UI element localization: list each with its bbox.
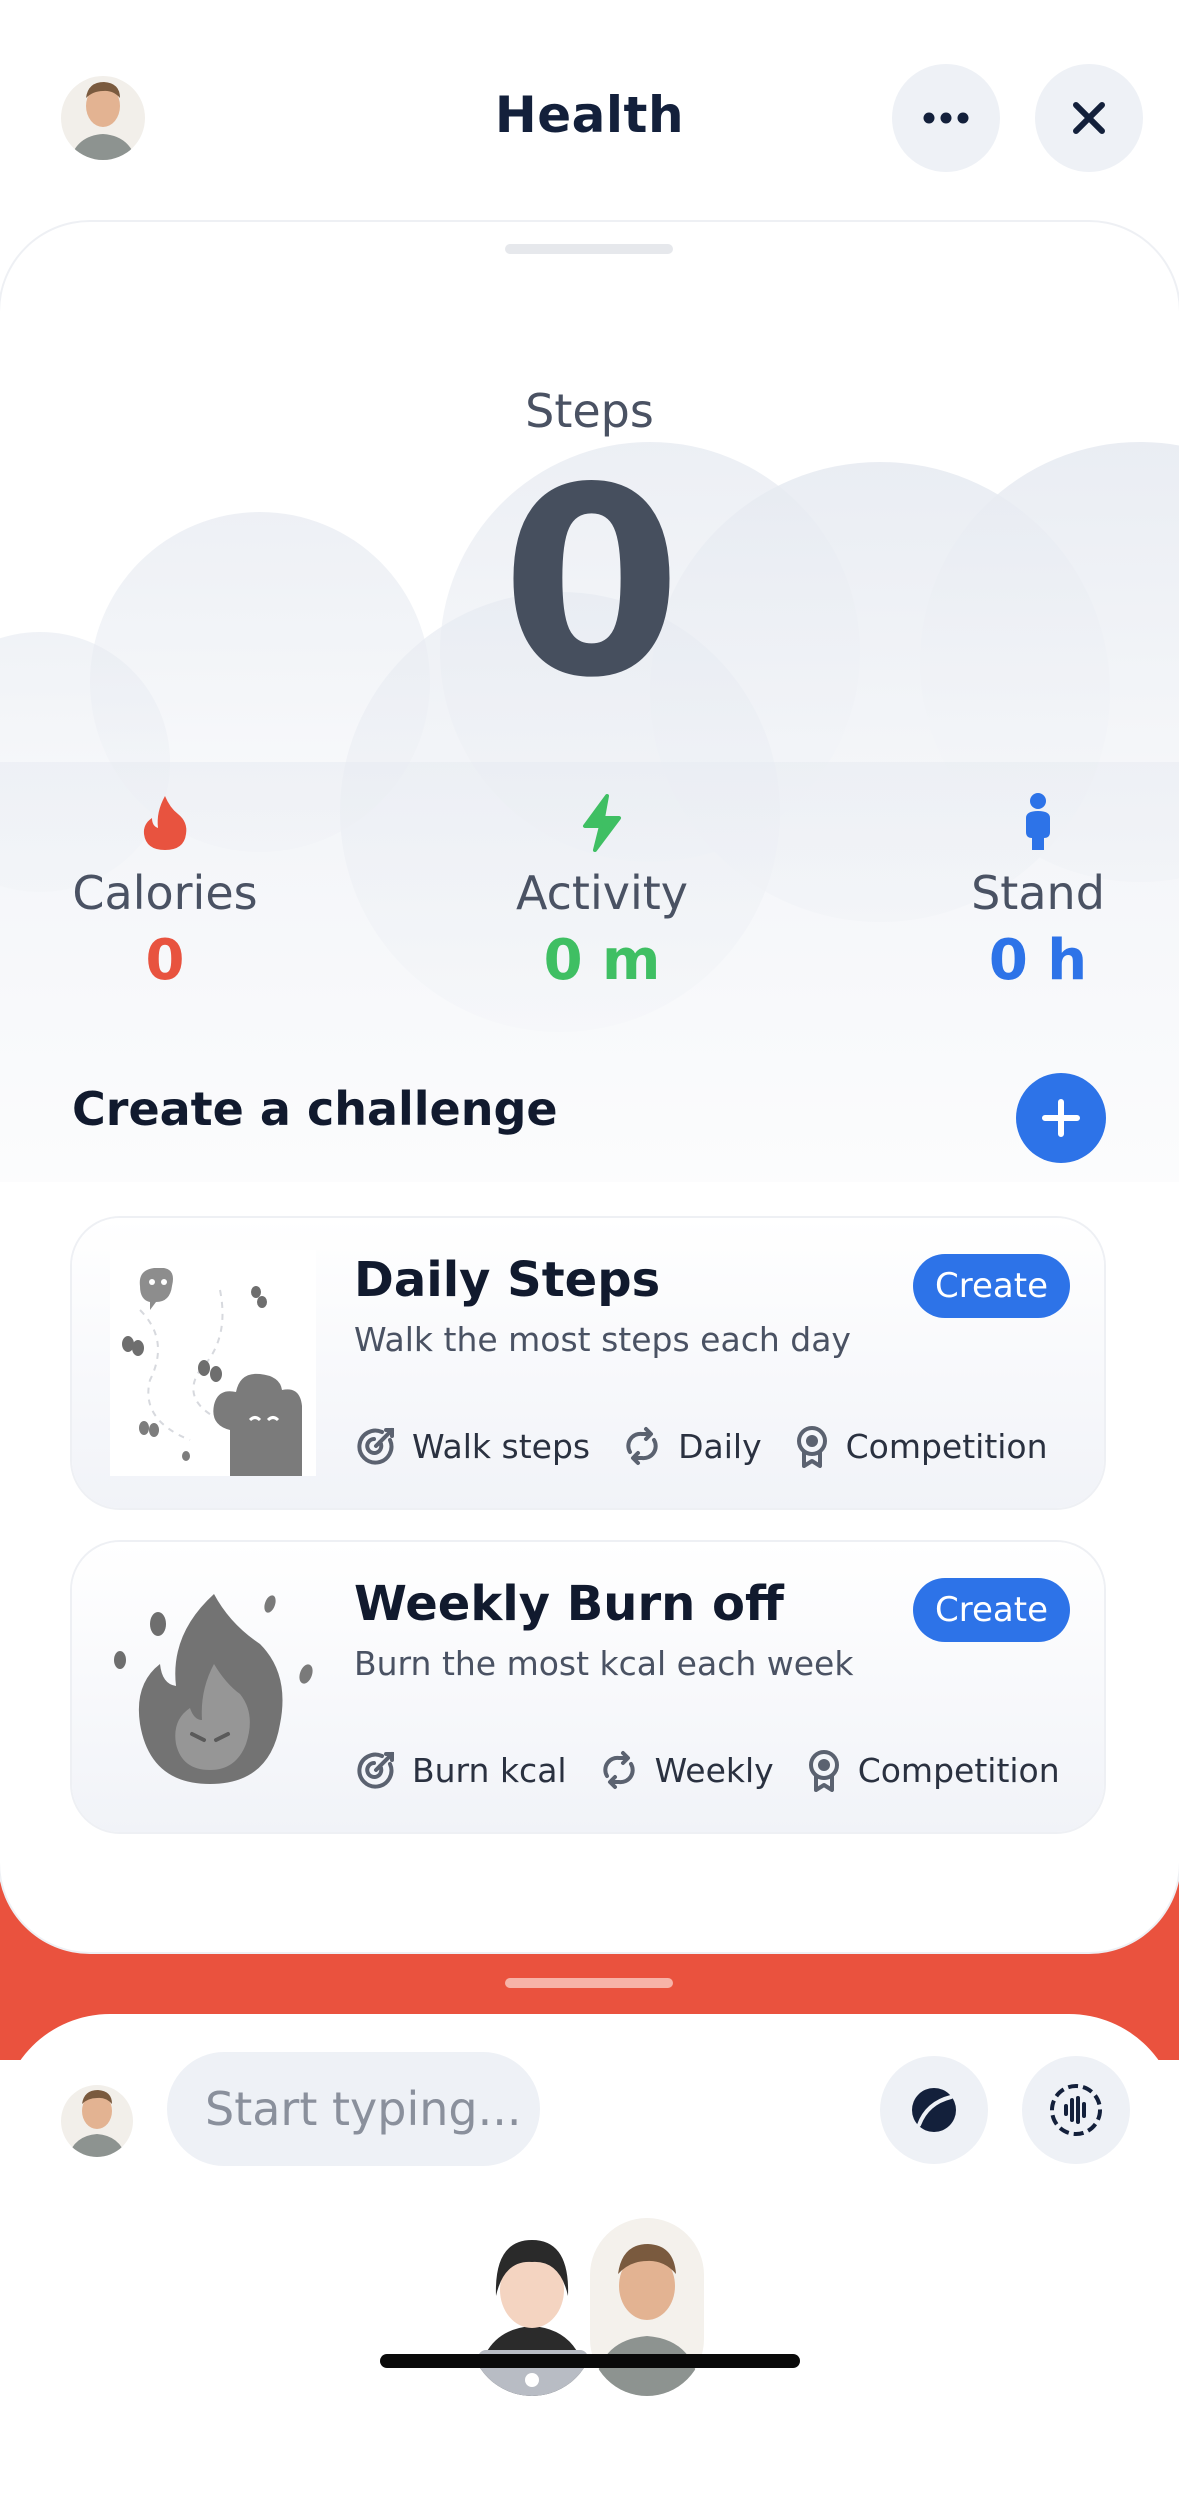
tag-frequency: Daily	[620, 1424, 762, 1468]
stand-metric: Stand 0 h	[888, 782, 1179, 993]
tag-label: Weekly	[654, 1750, 774, 1790]
standing-person-icon	[1026, 793, 1050, 850]
bottom-sheet-grabber[interactable]	[505, 1978, 673, 1988]
tag-frequency: Weekly	[597, 1748, 774, 1792]
voice-button[interactable]	[1022, 2056, 1130, 2164]
tag-label: Competition	[845, 1426, 1048, 1466]
steps-count: 0	[501, 433, 682, 735]
close-button[interactable]	[1035, 64, 1143, 172]
activity-label: Activity	[515, 866, 689, 920]
tag-label: Walk steps	[412, 1426, 591, 1466]
tag-label: Daily	[678, 1426, 762, 1466]
composer-avatar[interactable]	[58, 2076, 136, 2166]
challenge-card-daily-steps[interactable]: Daily Steps Walk the most steps each day…	[72, 1218, 1104, 1508]
section-title: Create a challenge	[72, 1082, 558, 1136]
widget-button[interactable]	[880, 2056, 988, 2164]
message-input[interactable]: Start typing...	[167, 2052, 540, 2166]
close-icon	[1073, 102, 1105, 134]
calories-value: 0	[145, 928, 185, 993]
repeat-icon	[626, 1427, 658, 1465]
home-indicator[interactable]	[380, 2354, 800, 2368]
challenge-title: Daily Steps	[354, 1252, 661, 1308]
health-sheet: Steps 0 Calories 0 Activity 0 m Stand 0 …	[0, 222, 1179, 1952]
calories-label: Calories	[72, 866, 258, 920]
challenge-card-weekly-burn[interactable]: Weekly Burn off Burn the most kcal each …	[72, 1542, 1104, 1832]
more-options-button[interactable]	[892, 64, 1000, 172]
tag-label: Competition	[857, 1750, 1060, 1790]
header: Health	[0, 0, 1179, 230]
calories-metric: Calories 0	[15, 782, 315, 993]
activity-metric: Activity 0 m	[452, 782, 752, 993]
repeat-icon	[602, 1751, 635, 1789]
create-button[interactable]: Create	[913, 1254, 1070, 1318]
sheet-grabber[interactable]	[505, 244, 673, 254]
create-button[interactable]: Create	[913, 1578, 1070, 1642]
footprints-illustration	[110, 1250, 316, 1476]
medal-icon	[796, 1426, 827, 1468]
stand-label: Stand	[971, 866, 1105, 920]
target-icon	[357, 1428, 394, 1465]
flame-icon	[143, 796, 187, 850]
steps-label: Steps	[525, 384, 654, 438]
tag-goal: Walk steps	[354, 1424, 590, 1468]
message-placeholder: Start typing...	[205, 2082, 522, 2136]
tag-label: Burn kcal	[412, 1750, 567, 1790]
voice-waveform-icon	[1050, 2084, 1102, 2136]
tag-type: Competition	[804, 1748, 1060, 1792]
plus-icon	[1042, 1099, 1080, 1137]
ellipsis-icon	[923, 112, 969, 124]
medal-icon	[808, 1750, 839, 1792]
activity-value: 0 m	[543, 928, 661, 993]
page-title: Health	[494, 86, 685, 144]
challenge-title: Weekly Burn off	[354, 1576, 784, 1632]
target-icon	[357, 1752, 394, 1789]
bolt-icon	[583, 794, 621, 852]
leaf-icon	[912, 2088, 956, 2132]
stand-value: 0 h	[988, 928, 1088, 993]
challenge-description: Burn the most kcal each week	[354, 1644, 854, 1683]
tag-goal: Burn kcal	[354, 1748, 567, 1792]
challenge-description: Walk the most steps each day	[354, 1320, 851, 1359]
fire-illustration	[114, 1594, 313, 1784]
add-challenge-button[interactable]	[1016, 1073, 1106, 1163]
tag-type: Competition	[792, 1424, 1048, 1468]
participants-illustration	[464, 2212, 710, 2396]
